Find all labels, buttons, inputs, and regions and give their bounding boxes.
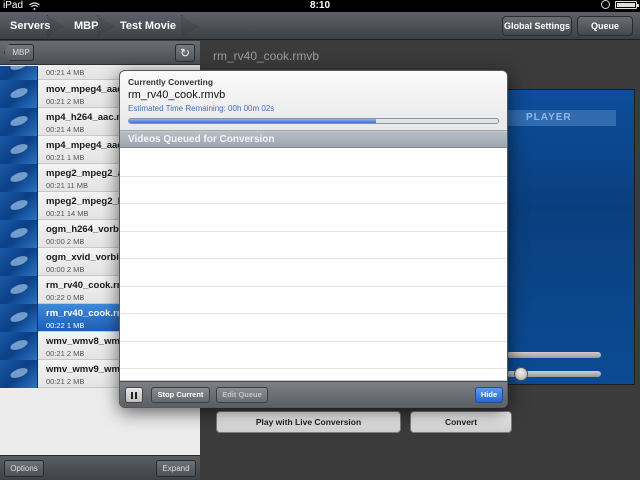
queue-row-divider [120, 258, 507, 259]
video-thumbnail [0, 136, 38, 164]
options-button[interactable]: Options [4, 460, 44, 477]
refresh-button[interactable]: ↻ [175, 44, 195, 62]
stop-current-button[interactable]: Stop Current [151, 387, 210, 403]
file-name: ogm_xvid_vorbis. [46, 252, 120, 263]
global-settings-button[interactable]: Global Settings [502, 16, 572, 36]
refresh-icon: ↻ [179, 46, 191, 60]
video-thumbnail [0, 192, 38, 220]
expand-button[interactable]: Expand [156, 460, 196, 477]
status-right [601, 0, 639, 9]
current-conversion-section: Currently Converting rm_rv40_cook.rmvb E… [120, 71, 507, 131]
file-meta: 00:21 4 MB [46, 68, 85, 77]
conversion-queue-popover: Currently Converting rm_rv40_cook.rmvb E… [119, 70, 508, 408]
file-meta: 00:21 2 MB [46, 349, 85, 358]
back-button[interactable]: MBP [4, 44, 34, 61]
queue-button[interactable]: Queue [577, 16, 633, 36]
file-name: mov_mpeg4_aac.m [46, 84, 120, 95]
file-name: rm_rv40_cook.rm [46, 280, 120, 291]
list-toolbar: MBP ↻ [0, 41, 200, 65]
video-thumbnail [0, 164, 38, 192]
video-thumbnail [0, 80, 38, 108]
video-thumbnail [0, 248, 38, 276]
file-meta: 00:21 4 MB [46, 125, 85, 134]
battery-icon [615, 0, 639, 9]
video-thumbnail [0, 66, 38, 80]
queue-row-divider [120, 340, 507, 342]
breadcrumb-servers[interactable]: Servers [0, 12, 64, 40]
queue-row-divider [120, 285, 507, 287]
queue-section-header: Videos Queued for Conversion [120, 132, 507, 148]
file-name: ogm_h264_vorbis [46, 224, 120, 235]
queue-row-divider [120, 175, 507, 177]
popover-toolbar: Stop Current Edit Queue Hide [120, 381, 507, 407]
video-thumbnail [0, 332, 38, 360]
file-name: rm_rv40_cook.rm [46, 308, 120, 319]
video-thumbnail [0, 220, 38, 248]
status-bar: iPad 8:10 [0, 0, 640, 12]
queue-row-divider [120, 230, 507, 232]
file-meta: 00:21 14 MB [46, 209, 89, 218]
video-preview: PLAYER [501, 89, 635, 385]
file-meta: 00:00 2 MB [46, 237, 85, 246]
file-meta: 00:21 1 MB [46, 153, 85, 162]
play-live-conversion-button[interactable]: Play with Live Conversion [216, 411, 401, 433]
conversion-progress-fill [129, 119, 377, 123]
pause-button[interactable] [125, 387, 143, 403]
seek-slider[interactable] [507, 352, 601, 358]
top-nav-bar: Servers MBP Test Movie Global Settings Q… [0, 12, 640, 40]
video-thumbnail [0, 360, 38, 388]
queue-row-divider [120, 313, 507, 314]
video-thumbnail [0, 108, 38, 136]
file-meta: 00:21 11 MB [46, 181, 88, 190]
estimated-time-remaining: Estimated Time Remaining: 00h 00m 02s [128, 104, 275, 113]
file-meta: 00:22 0 MB [46, 293, 85, 302]
file-name: mp4_mpeg4_aac. [46, 140, 120, 151]
volume-slider-knob[interactable] [514, 367, 528, 381]
file-name: mpeg2_mpeg2_ac [46, 168, 120, 179]
queue-row-divider [120, 203, 507, 204]
breadcrumb: Servers MBP Test Movie [0, 12, 198, 40]
video-thumbnail [0, 276, 38, 304]
hide-button[interactable]: Hide [475, 387, 503, 403]
convert-button[interactable]: Convert [410, 411, 512, 433]
conversion-progress-bar [128, 118, 499, 124]
file-name: mpeg2_mpeg2_lp [46, 196, 120, 207]
list-bottom-bar: Options Expand [0, 455, 200, 480]
edit-queue-button[interactable]: Edit Queue [216, 387, 268, 403]
video-thumbnail [0, 304, 38, 332]
queued-videos-list[interactable] [120, 148, 507, 380]
detail-title: rm_rv40_cook.rmvb [213, 49, 320, 63]
breadcrumb-test-movie[interactable]: Test Movie [114, 12, 198, 40]
preview-brand: PLAYER [506, 110, 616, 126]
queue-row-divider [120, 368, 507, 369]
file-meta: 00:00 2 MB [46, 265, 85, 274]
rotation-lock-icon [601, 0, 610, 9]
converting-file-name: rm_rv40_cook.rmvb [128, 89, 226, 101]
file-name: wmv_wmv8_wma. [46, 336, 120, 347]
file-meta: 00:22 1 MB [46, 321, 85, 330]
file-name: mp4_h264_aac.ma [46, 112, 120, 123]
currently-converting-label: Currently Converting [128, 77, 214, 87]
file-meta: 00:21 2 MB [46, 377, 85, 386]
file-meta: 00:21 2 MB [46, 97, 85, 106]
clock: 8:10 [309, 0, 330, 11]
breadcrumb-mbp[interactable]: MBP [64, 12, 114, 40]
